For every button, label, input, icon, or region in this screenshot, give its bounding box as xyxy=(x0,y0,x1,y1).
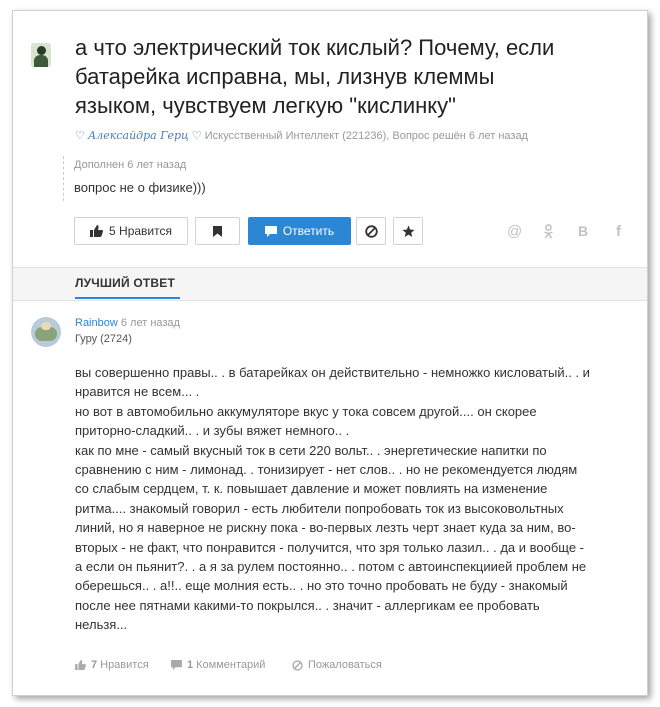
answer-line: приторно-сладкий.. . и зубы вяжет немног… xyxy=(75,423,350,439)
answer-line: вторых - не факт, что понравится - получ… xyxy=(75,539,585,555)
answer-line: как по мне - самый вкусный ток в сети 22… xyxy=(75,442,547,458)
heart-icon: ♡ xyxy=(191,130,202,142)
answer-line: линий, но я наверное не рискну пока - во… xyxy=(75,520,576,536)
answer-author-rank: Гуру (2724) xyxy=(75,333,132,345)
answer-line: оберешься.. . а!!.. еще молния есть.. . … xyxy=(75,578,568,594)
answer-line: нравится не всем... . xyxy=(75,384,200,400)
answer-time: 6 лет назад xyxy=(120,317,180,329)
share-facebook-icon[interactable]: f xyxy=(616,223,621,240)
heart-icon: ♡ xyxy=(75,130,85,142)
bookmark-icon xyxy=(213,225,222,237)
answer-button-label: Ответить xyxy=(282,224,335,238)
answer-line: но вот в автомобильно аккумуляторе вкус … xyxy=(75,403,537,419)
comment-icon xyxy=(171,660,182,670)
block-icon xyxy=(364,224,378,238)
answer-like-label: Нравится xyxy=(100,659,149,671)
question-page: а что электрический ток кислый? Почему, … xyxy=(12,10,648,696)
answer-comments-link[interactable]: 1 Комментарий xyxy=(171,659,265,671)
share-email-icon[interactable]: @ xyxy=(507,223,522,240)
answer-line: со слабым сердцем, т. к. повышает давлен… xyxy=(75,481,548,497)
question-title-line: батарейка исправна, мы, лизнув клеммы xyxy=(75,64,495,89)
answer-line: а если он пьянит?. . а я за рулем постоя… xyxy=(75,559,587,575)
question-author-avatar[interactable] xyxy=(31,43,51,67)
question-author-link[interactable]: Алексайдра Герц xyxy=(88,129,189,142)
answer-like-button[interactable]: 7 Нравится xyxy=(75,659,149,671)
addendum-title: Дополнен 6 лет назад xyxy=(74,159,187,171)
addendum-text: вопрос не о физике))) xyxy=(74,180,206,195)
answer-line: ритма.... знакомый говорил - есть любите… xyxy=(75,500,564,516)
active-tab-underline xyxy=(75,297,180,299)
like-button-label: 5 Нравится xyxy=(109,224,172,238)
answer-author-avatar[interactable] xyxy=(31,317,61,347)
question-status: Вопрос решён 6 лет назад xyxy=(392,130,528,142)
question-title-line: а что электрический ток кислый? Почему, … xyxy=(75,35,555,60)
question-meta: ♡ Алексайдра Герц ♡ Искусственный Интелл… xyxy=(75,129,528,142)
thumbs-up-icon xyxy=(90,225,104,237)
share-odnoklassniki-icon[interactable] xyxy=(543,224,554,243)
answer-comments-label: Комментарий xyxy=(196,659,266,671)
answer-report-label: Пожаловаться xyxy=(308,659,382,671)
star-icon xyxy=(401,225,415,237)
answer-like-count: 7 xyxy=(91,659,98,671)
answer-line: вы совершенно правы.. . в батарейках он … xyxy=(75,365,590,380)
answer-comments-count: 1 xyxy=(187,659,194,671)
answer-button[interactable]: Ответить xyxy=(248,217,351,245)
answer-author-line: Rainbow 6 лет назад xyxy=(75,317,180,329)
question-title: а что электрический ток кислый? Почему, … xyxy=(75,33,595,120)
comment-icon xyxy=(264,225,277,237)
bookmark-button[interactable] xyxy=(195,217,240,245)
question-addendum: Дополнен 6 лет назад вопрос не о физике)… xyxy=(63,156,206,201)
question-title-line: языком, чувствуем легкую "кислинку" xyxy=(75,93,456,118)
favorite-button[interactable] xyxy=(393,217,423,245)
question-category[interactable]: Искусственный Интеллект (221236), xyxy=(205,130,390,142)
answer-report-link[interactable]: Пожаловаться xyxy=(292,659,382,671)
answer-line: нельзя... xyxy=(75,617,128,633)
tab-best-answer[interactable]: ЛУЧШИЙ ОТВЕТ xyxy=(75,276,175,290)
answer-body: вы совершенно правы.. . в батарейках он … xyxy=(75,363,633,635)
block-button[interactable] xyxy=(356,217,386,245)
answer-line: сравнению с ним - лимонад. . тонизирует … xyxy=(75,462,578,478)
thumbs-up-icon xyxy=(75,660,86,670)
answer-line: после нее пятнами какими-то покрылся.. .… xyxy=(75,597,540,613)
block-icon xyxy=(292,659,303,671)
answer-author-link[interactable]: Rainbow xyxy=(75,317,118,329)
like-button[interactable]: 5 Нравится xyxy=(74,217,188,245)
share-vk-icon[interactable]: В xyxy=(578,223,588,239)
